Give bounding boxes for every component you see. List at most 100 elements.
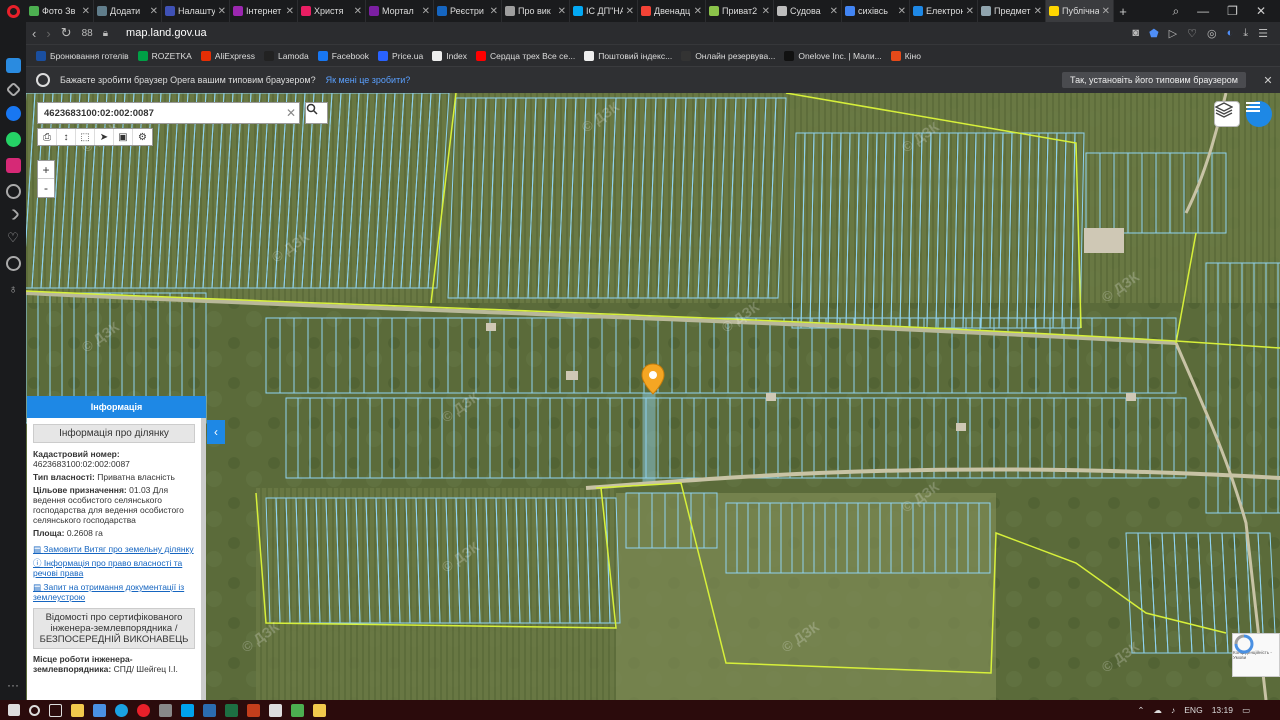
notifications-icon[interactable]: ▭ <box>1242 705 1250 716</box>
layers-button[interactable] <box>1214 101 1240 127</box>
tab-10[interactable]: Приват2 ✕ <box>706 0 774 22</box>
app-icon[interactable] <box>291 703 304 717</box>
tab-close-icon[interactable]: ✕ <box>898 6 906 17</box>
back-button[interactable]: ‹ <box>32 26 36 41</box>
bookmark-2[interactable]: AliExpress <box>200 50 255 61</box>
edge-icon[interactable] <box>115 703 128 717</box>
tab-15[interactable]: Публічна ✕ <box>1046 0 1114 22</box>
reload-button[interactable]: ↻ <box>61 25 72 41</box>
download-icon[interactable]: ⤓ <box>1243 27 1248 40</box>
screen-info-icon[interactable]: ▣ <box>114 129 133 145</box>
tab-8[interactable]: ІС ДП"НА ✕ <box>570 0 638 22</box>
order-extract-link[interactable]: ▤ Замовити Витяг про земельну ділянку <box>33 544 195 554</box>
cadastral-search-input[interactable] <box>38 103 283 123</box>
speed-dial-icon[interactable] <box>5 81 21 98</box>
tab-close-icon[interactable]: ✕ <box>694 6 702 17</box>
main-menu-button[interactable] <box>1246 101 1272 127</box>
tab-3[interactable]: Інтернет ✕ <box>230 0 298 22</box>
tab-close-icon[interactable]: ✕ <box>422 6 430 17</box>
select-pointer-icon[interactable]: ➤ <box>95 129 114 145</box>
vpn-shield-icon[interactable]: ⬟ <box>1149 27 1159 40</box>
satellite-map[interactable]: © ДЗК© ДЗК© ДЗК© ДЗК© ДЗК© ДЗК© ДЗК© ДЗК… <box>26 93 1280 700</box>
search-button[interactable] <box>305 102 328 124</box>
favorites-heart-icon[interactable]: ♡ <box>6 230 21 245</box>
tab-close-icon[interactable]: ✕ <box>286 6 294 17</box>
tab-4[interactable]: Христя ✕ <box>298 0 366 22</box>
bookmark-3[interactable]: Lamoda <box>263 50 309 61</box>
ownership-info-link[interactable]: ⓘ Інформація про право власності та речо… <box>33 558 195 578</box>
excel-icon[interactable] <box>225 703 238 717</box>
tab-11[interactable]: Судова ✕ <box>774 0 842 22</box>
map-canvas[interactable]: © ДЗК © ДЗК © ДЗК © ДЗК © ДЗК © ДЗК © ДЗК © ДЗК… <box>26 93 1280 700</box>
tab-6[interactable]: Реєстри ✕ <box>434 0 502 22</box>
camera-icon[interactable]: ◙ <box>1132 27 1139 40</box>
minimize-button[interactable]: — <box>1197 4 1209 19</box>
extension-icon[interactable]: ◎ <box>1207 27 1217 40</box>
customize-icon[interactable]: ☰ <box>1258 27 1268 40</box>
taskbar-search-icon[interactable] <box>29 704 40 716</box>
opera-menu-button[interactable] <box>0 0 26 22</box>
powerpoint-icon[interactable] <box>247 703 260 717</box>
notepad-icon[interactable] <box>269 703 282 717</box>
tab-close-icon[interactable]: ✕ <box>558 6 566 17</box>
volume-icon[interactable]: ♪ <box>1171 705 1175 715</box>
tab-14[interactable]: Предмет ✕ <box>978 0 1046 22</box>
forward-button[interactable]: › <box>46 26 50 41</box>
print-icon[interactable]: ⎙ <box>38 129 57 145</box>
task-view-icon[interactable] <box>49 703 62 717</box>
location-marker-icon[interactable] <box>641 363 665 395</box>
tab-close-icon[interactable]: ✕ <box>150 6 158 17</box>
maximize-button[interactable]: ❐ <box>1227 4 1238 19</box>
tray-expand-icon[interactable]: ⌃ <box>1137 705 1144 716</box>
send-icon[interactable] <box>6 208 20 221</box>
tab-close-icon[interactable]: ✕ <box>82 6 90 17</box>
set-default-button[interactable]: Так, установіть його типовим браузером <box>1062 72 1246 88</box>
keyboard-language[interactable]: ENG <box>1184 705 1202 715</box>
start-icon[interactable] <box>8 704 20 716</box>
word-icon[interactable] <box>203 703 216 717</box>
instagram-icon[interactable] <box>5 158 21 173</box>
search-tabs-icon[interactable]: ⌕ <box>1172 4 1179 19</box>
bookmark-10[interactable]: Onelove Inc. | Мали... <box>784 50 882 61</box>
bookmark-5[interactable]: Price.ua <box>378 50 423 61</box>
selected-parcel[interactable] <box>642 392 656 484</box>
bookmark-7[interactable]: Сердца трех Все се... <box>476 50 575 61</box>
recaptcha-badge[interactable]: Конфіденційність - Умови <box>1232 633 1280 677</box>
speed-dial-button[interactable]: 88 <box>82 28 93 39</box>
measure-length-icon[interactable]: ↕ <box>57 129 76 145</box>
bulb-icon[interactable]: ♁ <box>6 282 21 297</box>
url-field[interactable]: map.land.gov.ua <box>126 27 207 39</box>
panel-body[interactable]: Інформація про ділянку Кадастровий номер… <box>27 418 206 700</box>
tab-close-icon[interactable]: ✕ <box>490 6 498 17</box>
bookmark-4[interactable]: Facebook <box>317 50 369 61</box>
heart-icon[interactable]: ♡ <box>1187 27 1197 40</box>
tab-2[interactable]: Налашту ✕ <box>162 0 230 22</box>
opera-taskbar-icon[interactable] <box>137 703 150 717</box>
player-icon[interactable] <box>5 184 21 199</box>
zoom-in-button[interactable]: + <box>38 161 54 179</box>
tab-close-icon[interactable]: ✕ <box>354 6 362 17</box>
home-icon[interactable] <box>5 58 21 73</box>
clear-search-icon[interactable]: ✕ <box>283 106 299 120</box>
tab-close-icon[interactable]: ✕ <box>830 6 838 17</box>
tab-13[interactable]: Електрон ✕ <box>910 0 978 22</box>
zoom-out-button[interactable]: - <box>38 179 54 197</box>
easy-setup-icon[interactable]: ◐ <box>1227 27 1234 40</box>
tab-1[interactable]: Додати ✕ <box>94 0 162 22</box>
promo-close-icon[interactable]: ✕ <box>1256 74 1280 87</box>
bookmark-0[interactable]: Бронювання готелів <box>36 50 129 61</box>
folder-icon[interactable] <box>313 703 326 717</box>
close-window-button[interactable]: ✕ <box>1256 4 1266 19</box>
bookmark-8[interactable]: Поштовий індекс... <box>584 50 672 61</box>
tab-9[interactable]: Двенадц ✕ <box>638 0 706 22</box>
whatsapp-icon[interactable] <box>5 132 21 147</box>
play-icon[interactable]: ▷ <box>1169 27 1177 40</box>
tab-12[interactable]: сихівсь ✕ <box>842 0 910 22</box>
store-icon[interactable] <box>93 703 106 717</box>
tab-close-icon[interactable]: ✕ <box>966 6 974 17</box>
more-icon[interactable]: ··· <box>7 678 19 692</box>
app-icon[interactable] <box>159 703 172 717</box>
file-explorer-icon[interactable] <box>71 703 84 717</box>
clock[interactable]: 13:19 <box>1212 705 1233 715</box>
messenger-icon[interactable] <box>5 106 21 121</box>
